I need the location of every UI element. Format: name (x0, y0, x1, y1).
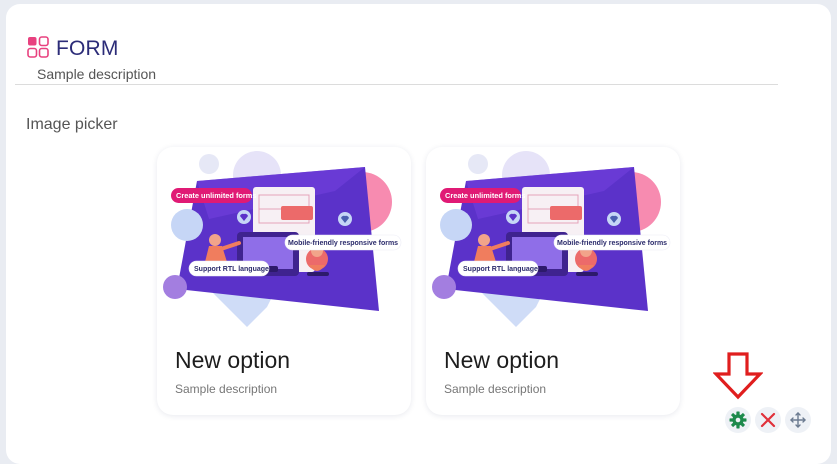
badge-mobile-friendly: Mobile-friendly responsive forms (557, 240, 667, 247)
option-title: New option (175, 347, 291, 373)
gear-icon (729, 411, 747, 429)
badge-rtl-support: Support RTL language (194, 266, 269, 273)
form-grid-icon (27, 36, 49, 58)
option-title: New option (444, 347, 560, 373)
image-option-card[interactable]: Create unlimited forms Mobile-friendly r… (157, 147, 411, 415)
form-description: Sample description (37, 66, 157, 82)
image-option-card[interactable]: Create unlimited forms Mobile-friendly r… (426, 147, 680, 415)
badge-mobile-friendly: Mobile-friendly responsive forms (288, 240, 398, 247)
arrow-down-icon (713, 352, 763, 400)
close-icon (760, 412, 776, 428)
settings-button[interactable] (725, 407, 751, 433)
option-description: Sample description (444, 382, 547, 396)
option-description: Sample description (175, 382, 278, 396)
delete-button[interactable] (755, 407, 781, 433)
option-image: Create unlimited forms Mobile-friendly r… (163, 151, 402, 327)
move-button[interactable] (785, 407, 811, 433)
header-divider (15, 84, 778, 85)
form-title: FORM (56, 37, 119, 60)
badge-create-forms: Create unlimited forms (445, 191, 526, 200)
badge-rtl-support: Support RTL language (463, 266, 538, 273)
badge-create-forms: Create unlimited forms (176, 191, 257, 200)
question-label: Image picker (26, 116, 118, 133)
move-icon (790, 412, 806, 428)
option-image: Create unlimited forms Mobile-friendly r… (432, 151, 671, 327)
